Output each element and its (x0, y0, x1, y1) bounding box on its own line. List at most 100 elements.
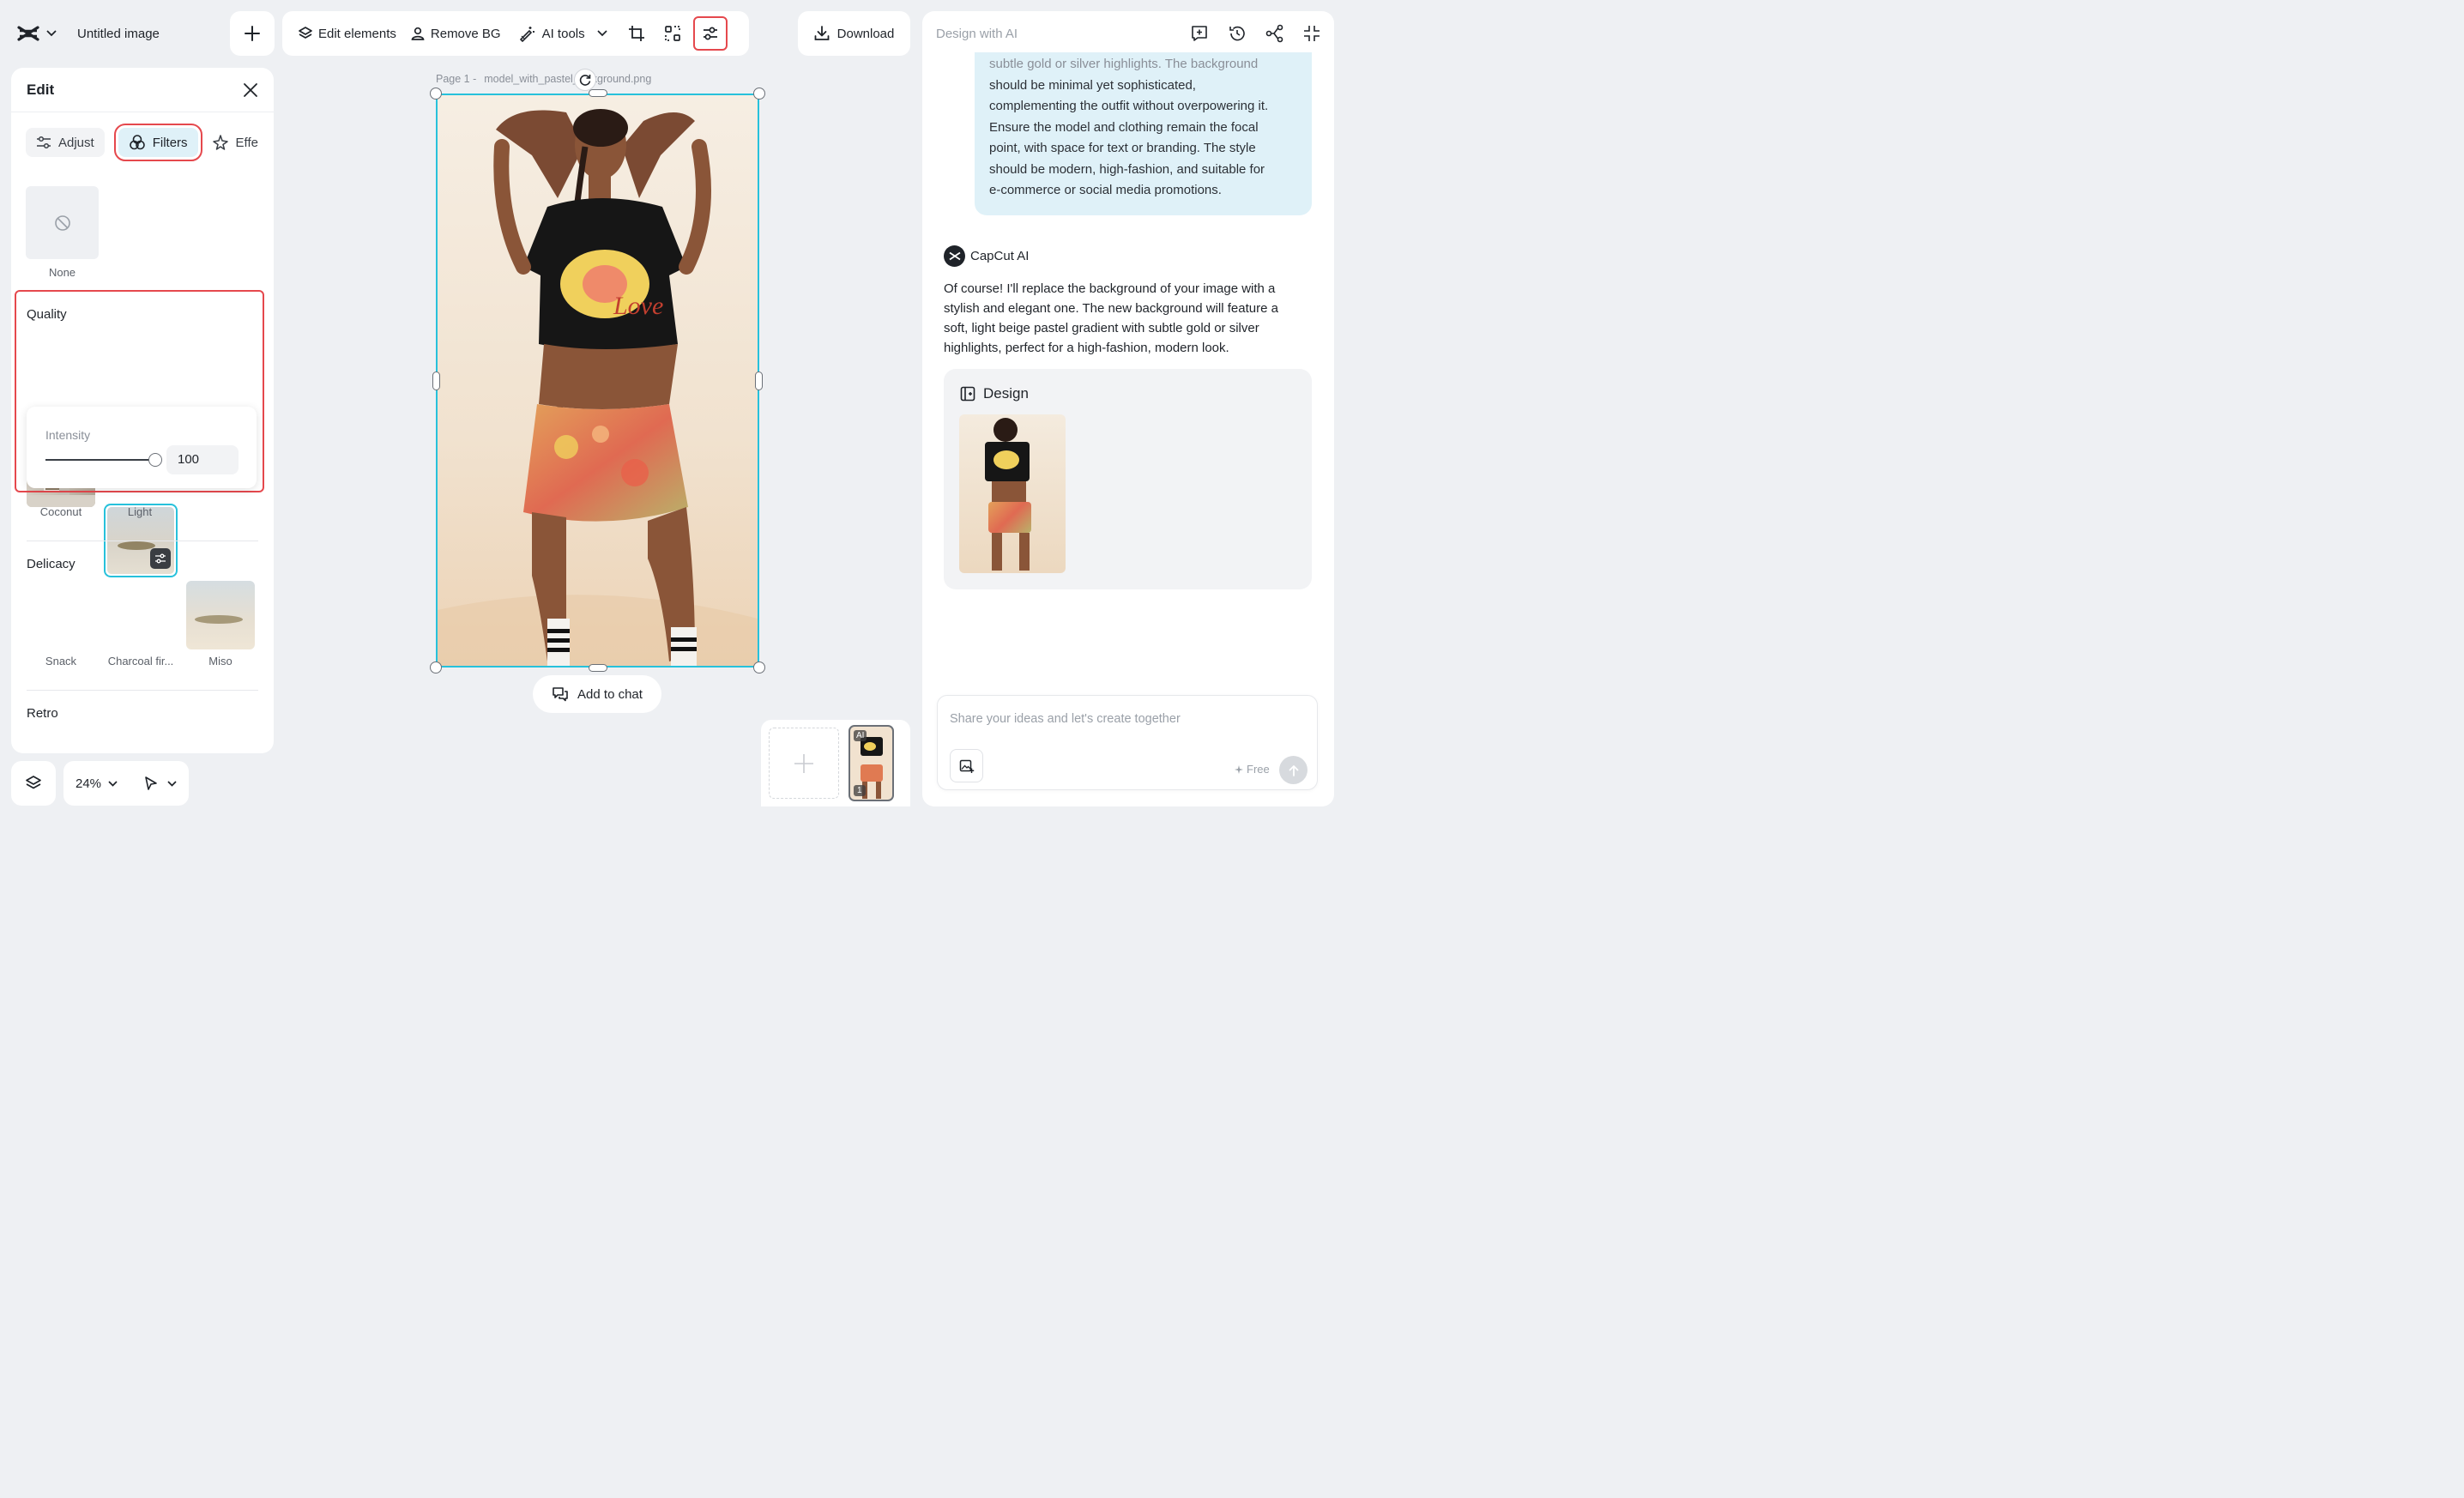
ai-badge: AI (854, 730, 867, 741)
arrow-up-icon (1289, 764, 1299, 776)
chat-input-field[interactable]: Share your ideas and let's create togeth… (950, 712, 1181, 726)
image-upload-icon (959, 758, 975, 774)
svg-text:Love: Love (613, 292, 663, 320)
page-number: 1 (854, 785, 866, 796)
layers-icon (25, 775, 42, 792)
intensity-label: Intensity (45, 428, 91, 442)
add-to-chat-button[interactable]: Add to chat (533, 675, 661, 713)
tab-effects-label: Effe (235, 135, 258, 150)
add-to-chat-label: Add to chat (577, 686, 643, 702)
free-badge: Free (1235, 763, 1270, 776)
delicacy-section-title: Delicacy (27, 557, 75, 571)
filter-miso-label: Miso (208, 655, 233, 667)
rotate-icon (578, 73, 592, 87)
edit-elements-label: Edit elements (318, 26, 396, 41)
resize-handle-bottom[interactable] (589, 664, 607, 672)
chevron-down-icon (597, 30, 607, 37)
canvas-image[interactable]: Love (436, 94, 759, 667)
adjust-tool-button[interactable] (692, 16, 728, 51)
resize-handle-top-left[interactable] (430, 88, 442, 100)
resize-handle-top[interactable] (589, 89, 607, 97)
layers-button[interactable] (11, 761, 56, 806)
resize-handle-right[interactable] (755, 371, 763, 390)
chat-input-box: Share your ideas and let's create togeth… (937, 695, 1318, 790)
filter-none-label: None (48, 266, 76, 279)
assistant-message-line: soft, light beige pastel gradient with s… (944, 321, 1259, 335)
page-prefix: Page 1 - (436, 73, 477, 85)
edit-panel-title: Edit (27, 81, 55, 98)
edit-panel-header: Edit (11, 68, 274, 112)
design-frame-icon (960, 386, 975, 402)
top-toolbar: Edit elements Remove BG AI tools (282, 11, 749, 56)
ai-panel-title: Design with AI (936, 26, 1018, 41)
tab-filters[interactable]: Filters (113, 124, 202, 161)
filter-none[interactable]: None (26, 186, 99, 279)
file-name: model_with_pastel_ (484, 73, 579, 85)
assistant-header: CapCut AI (944, 245, 1029, 267)
download-label: Download (836, 26, 895, 41)
chevron-down-icon (46, 30, 57, 37)
download-button[interactable]: Download (798, 11, 910, 56)
sliders-icon (36, 136, 51, 149)
share-branch-icon[interactable] (1265, 24, 1284, 43)
edit-elements-button[interactable]: Edit elements (291, 18, 403, 49)
assistant-name-label: CapCut AI (970, 249, 1030, 263)
resize-handle-top-right[interactable] (753, 88, 765, 100)
filter-light-label: Light (127, 505, 153, 518)
resize-handle-bottom-right[interactable] (753, 661, 765, 673)
tab-adjust[interactable]: Adjust (26, 128, 105, 157)
intensity-value-field[interactable]: 100 (166, 445, 239, 474)
new-chat-icon[interactable] (1190, 24, 1209, 43)
collapse-icon[interactable] (1303, 25, 1320, 42)
page-label: Page 1 - model_with_pastel_ kground.png (436, 68, 651, 91)
section-divider (27, 690, 258, 691)
close-icon[interactable] (243, 82, 258, 98)
sliders-icon (154, 553, 166, 564)
crop-button[interactable] (621, 18, 652, 49)
logo-menu[interactable] (17, 25, 57, 42)
retro-section-title: Retro (27, 706, 58, 721)
object-select-button[interactable] (657, 18, 688, 49)
tab-adjust-label: Adjust (58, 135, 94, 150)
user-message-line: subtle gold or silver highlights. The ba… (989, 57, 1259, 71)
add-button[interactable] (230, 11, 275, 56)
assistant-message-line: Of course! I'll replace the background o… (944, 281, 1276, 296)
document-title[interactable]: Untitled image (77, 27, 160, 41)
zoom-dropdown[interactable]: 24% (75, 776, 118, 791)
design-result-thumbnail[interactable] (959, 414, 1066, 573)
layers-icon (298, 26, 313, 41)
zoom-level: 24% (75, 776, 102, 791)
upload-image-button[interactable] (950, 749, 983, 782)
rotate-handle[interactable] (573, 69, 596, 91)
adjust-filter-button[interactable] (150, 548, 171, 569)
assistant-message-line: highlights, perfect for a high-fashion, … (944, 341, 1229, 355)
add-page-button[interactable] (769, 728, 839, 799)
tab-filters-label: Filters (152, 135, 188, 150)
history-icon[interactable] (1228, 24, 1247, 43)
intensity-slider[interactable] (45, 453, 162, 467)
tab-effects[interactable]: Effe (209, 128, 269, 157)
assistant-message-line: stylish and elegant one. The new backgro… (944, 301, 1278, 316)
ai-panel-header: Design with AI (922, 11, 1334, 56)
remove-bg-button[interactable]: Remove BG (403, 18, 508, 49)
filter-coconut-label: Coconut (39, 505, 82, 518)
plus-icon (245, 26, 260, 41)
sparkle-icon (1235, 764, 1243, 774)
filter-none-thumb (26, 186, 99, 259)
cursor-pointer-icon (143, 776, 159, 791)
filters-icon (129, 134, 146, 151)
intensity-slider-knob[interactable] (148, 453, 162, 467)
chevron-down-icon (108, 780, 118, 787)
pointer-tool-dropdown[interactable] (143, 776, 177, 791)
intensity-popover: Intensity 100 (27, 407, 257, 488)
sliders-icon (702, 25, 719, 42)
filter-third-thumb[interactable] (186, 581, 255, 649)
page-thumbnail-1[interactable]: AI 1 (849, 725, 894, 801)
remove-bg-label: Remove BG (430, 26, 501, 41)
resize-handle-left[interactable] (432, 371, 440, 390)
free-label: Free (1247, 763, 1270, 776)
ai-tools-button[interactable]: AI tools (511, 18, 614, 49)
user-message-line: complementing the outfit without overpow… (989, 99, 1269, 113)
send-button[interactable] (1279, 756, 1307, 784)
resize-handle-bottom-left[interactable] (430, 661, 442, 673)
